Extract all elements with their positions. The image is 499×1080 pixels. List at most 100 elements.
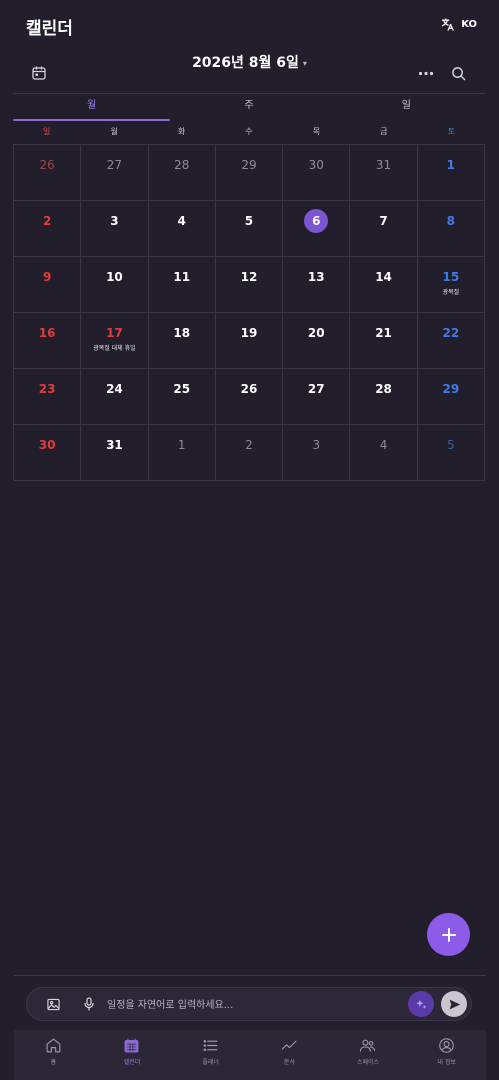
calendar-day[interactable]: 13 bbox=[283, 257, 351, 313]
calendar-day[interactable]: 30 bbox=[283, 145, 351, 201]
day-number: 6 bbox=[304, 209, 329, 233]
nav-item-calendar[interactable]: 캘린더 bbox=[93, 1030, 172, 1080]
day-number: 27 bbox=[106, 158, 123, 172]
calendar-day[interactable]: 12 bbox=[215, 257, 284, 313]
calendar-day[interactable]: 23 bbox=[14, 369, 82, 425]
people-icon bbox=[360, 1039, 376, 1052]
day-number: 1 bbox=[446, 158, 456, 172]
bottom-navigation: 홈 캘린더 플래너 분석 스페이스 내 정보 bbox=[14, 1030, 486, 1080]
calendar-day[interactable]: 7 bbox=[350, 201, 418, 257]
add-event-button[interactable] bbox=[427, 913, 470, 956]
more-icon[interactable] bbox=[418, 71, 434, 76]
calendar-day[interactable]: 16 bbox=[14, 313, 82, 369]
nav-item-list[interactable]: 플래너 bbox=[171, 1030, 250, 1080]
day-number: 16 bbox=[38, 326, 56, 340]
calendar-day[interactable]: 31 bbox=[350, 145, 418, 201]
tab-day[interactable]: 일 bbox=[328, 94, 485, 121]
day-number: 30 bbox=[308, 158, 324, 172]
calendar-day[interactable]: 1 bbox=[148, 425, 216, 481]
nav-item-home[interactable]: 홈 bbox=[14, 1030, 93, 1080]
view-tabs: 월주일 bbox=[13, 93, 485, 121]
microphone-icon[interactable] bbox=[83, 997, 95, 1011]
weekday-header: 일월화수목금토 bbox=[13, 123, 485, 144]
day-number: 25 bbox=[173, 382, 191, 396]
nav-label: 홈 bbox=[50, 1059, 57, 1066]
day-number: 17 bbox=[106, 326, 123, 340]
day-number: 18 bbox=[173, 326, 191, 340]
nav-item-profile[interactable]: 내 정보 bbox=[407, 1030, 486, 1080]
tab-month[interactable]: 월 bbox=[13, 94, 171, 121]
calendar-day[interactable]: 8 bbox=[417, 201, 485, 257]
calendar-day[interactable]: 18 bbox=[148, 313, 216, 369]
day-number: 15 bbox=[442, 270, 460, 284]
calendar-day[interactable]: 3 bbox=[81, 201, 149, 257]
calendar-day[interactable]: 22 bbox=[417, 313, 485, 369]
calendar-day[interactable]: 28 bbox=[148, 145, 216, 201]
nav-label: 스페이스 bbox=[356, 1059, 380, 1066]
calendar-day[interactable]: 25 bbox=[148, 369, 216, 425]
language-toggle[interactable]: KO bbox=[440, 17, 477, 32]
calendar-day[interactable]: 4 bbox=[148, 201, 216, 257]
search-icon[interactable] bbox=[451, 66, 466, 81]
calendar-day[interactable]: 27 bbox=[81, 145, 149, 201]
day-number: 28 bbox=[174, 158, 190, 172]
month-grid: 26 27 28 29 30 31 1 2 3 4 5 6 7 8 9 10 11 12 13 14 15 광복절 16 17… bbox=[13, 144, 485, 481]
calendar-day[interactable]: 10 bbox=[81, 257, 149, 313]
weekday-label: 일 bbox=[43, 127, 51, 136]
day-number: 9 bbox=[42, 270, 52, 284]
calendar-day[interactable]: 19 bbox=[215, 313, 284, 369]
calendar-day[interactable]: 2 bbox=[215, 425, 284, 481]
calendar-day[interactable]: 17 광복절 대체 휴일 bbox=[81, 313, 149, 369]
date-picker[interactable]: 2026년 8월 6일 ▾ bbox=[0, 52, 499, 72]
day-number: 5 bbox=[447, 438, 455, 452]
nav-label: 플래너 bbox=[202, 1059, 219, 1066]
holiday-label: 광복절 bbox=[442, 289, 460, 296]
day-number: 31 bbox=[375, 158, 392, 172]
calendar-day[interactable]: 3 bbox=[283, 425, 351, 481]
calendar-day[interactable]: 14 bbox=[350, 257, 418, 313]
calendar-day[interactable]: 5 bbox=[215, 201, 284, 257]
day-number: 23 bbox=[38, 382, 56, 396]
calendar-day[interactable]: 20 bbox=[283, 313, 351, 369]
calendar-day[interactable]: 1 bbox=[417, 145, 485, 201]
calendar-day[interactable]: 2 bbox=[14, 201, 82, 257]
day-number: 7 bbox=[379, 214, 388, 228]
calendar-day[interactable]: 4 bbox=[350, 425, 418, 481]
calendar-day[interactable]: 27 bbox=[283, 369, 351, 425]
calendar-day[interactable]: 29 bbox=[215, 145, 284, 201]
day-number: 29 bbox=[442, 382, 460, 396]
day-number: 29 bbox=[241, 158, 257, 172]
weekday-label: 수 bbox=[245, 127, 253, 136]
calendar-day[interactable]: 31 bbox=[81, 425, 149, 481]
send-icon bbox=[449, 999, 460, 1009]
calendar-day[interactable]: 21 bbox=[350, 313, 418, 369]
ai-assist-button[interactable] bbox=[408, 991, 434, 1017]
send-button[interactable] bbox=[441, 991, 467, 1017]
day-number: 26 bbox=[240, 382, 258, 396]
day-number: 3 bbox=[110, 214, 119, 228]
calendar-day[interactable]: 11 bbox=[148, 257, 216, 313]
sparkle-icon bbox=[415, 999, 426, 1009]
day-number: 11 bbox=[173, 270, 191, 284]
day-number: 28 bbox=[375, 382, 392, 396]
calendar-day-today[interactable]: 6 bbox=[283, 201, 351, 257]
calendar-day[interactable]: 26 bbox=[14, 145, 82, 201]
day-number: 14 bbox=[375, 270, 392, 284]
tab-week[interactable]: 주 bbox=[170, 94, 327, 121]
day-number: 21 bbox=[375, 326, 392, 340]
calendar-day[interactable]: 15 광복절 bbox=[417, 257, 485, 313]
weekday-label: 토 bbox=[447, 127, 455, 136]
calendar-day[interactable]: 29 bbox=[417, 369, 485, 425]
home-icon bbox=[46, 1038, 61, 1053]
calendar-day[interactable]: 28 bbox=[350, 369, 418, 425]
chevron-down-icon: ▾ bbox=[302, 58, 307, 68]
calendar-day[interactable]: 9 bbox=[14, 257, 82, 313]
calendar-day[interactable]: 30 bbox=[14, 425, 82, 481]
image-icon[interactable] bbox=[47, 998, 60, 1011]
calendar-day[interactable]: 24 bbox=[81, 369, 149, 425]
natural-language-input[interactable] bbox=[107, 995, 397, 1015]
nav-item-people[interactable]: 스페이스 bbox=[329, 1030, 408, 1080]
calendar-day[interactable]: 5 bbox=[417, 425, 485, 481]
calendar-day[interactable]: 26 bbox=[215, 369, 284, 425]
nav-item-trend[interactable]: 분석 bbox=[250, 1030, 329, 1080]
